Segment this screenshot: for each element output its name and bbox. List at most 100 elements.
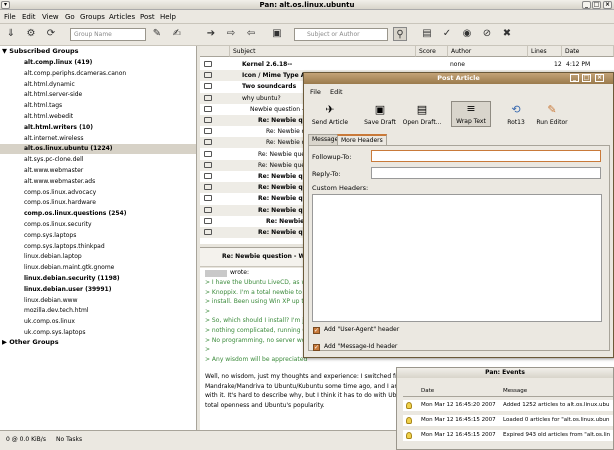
post-followup-icon[interactable]: ✍ <box>170 27 184 41</box>
group-item[interactable]: alt.sys.pc-clone.dell <box>24 155 83 165</box>
reply-line: Well, no wisdom, just my thoughts and ex… <box>205 373 408 380</box>
dialog-close-button[interactable]: × <box>595 74 604 82</box>
save-draft-button[interactable]: ▣ Save Draft <box>360 103 400 126</box>
article-status-icon <box>204 206 212 213</box>
group-item[interactable]: alt.www.webmaster <box>24 166 83 176</box>
followup-input[interactable] <box>371 150 601 162</box>
menu-edit[interactable]: Edit <box>22 13 36 21</box>
col-author[interactable]: Author <box>448 46 528 57</box>
get-new-headers-icon[interactable]: ⇓ <box>4 27 18 41</box>
col-score[interactable]: Score <box>416 46 448 57</box>
event-row[interactable]: Mon Mar 12 16:45:15 2007 Loaded 0 article… <box>403 415 613 426</box>
menu-help[interactable]: Help <box>160 13 176 21</box>
dialog-minimize-button[interactable]: _ <box>570 74 579 82</box>
menu-file[interactable]: File <box>4 13 16 21</box>
dialog-maximize-button[interactable]: □ <box>582 74 591 82</box>
group-item[interactable]: alt.html.tags <box>24 101 62 111</box>
user-agent-checkbox[interactable]: ✓ <box>313 327 320 334</box>
group-item[interactable]: uk.comp.sys.laptops <box>24 328 86 338</box>
message-id-checkbox[interactable]: ✓ <box>313 344 320 351</box>
open-draft-icon: ▤ <box>416 103 428 116</box>
send-article-button[interactable]: ✈ Send Article <box>310 103 350 126</box>
menu-groups[interactable]: Groups <box>80 13 105 21</box>
next-thread-icon[interactable]: ⇨ <box>224 27 238 41</box>
event-row[interactable]: Mon Mar 12 16:45:20 2007 Added 1252 artic… <box>403 400 613 411</box>
wrap-text-button[interactable]: ≡ Wrap Text <box>451 101 491 127</box>
next-unread-arrow-icon[interactable]: ➔ <box>204 27 218 41</box>
group-item[interactable]: alt.www.webmaster.ads <box>24 177 95 187</box>
status-progress <box>102 435 196 447</box>
header-subject: Re: Newbie <box>266 217 305 225</box>
close-button[interactable]: × <box>603 1 612 9</box>
group-item[interactable]: uk.comp.os.linux <box>24 317 75 327</box>
group-item[interactable]: linux.debian.security (1198) <box>24 274 120 284</box>
subject-search-input[interactable]: Subject or Author <box>294 28 388 41</box>
group-item[interactable]: comp.os.linux.advocacy <box>24 188 96 198</box>
group-item[interactable]: linux.debian.laptop <box>24 252 82 262</box>
other-groups-header[interactable]: ▶ Other Groups <box>2 338 59 346</box>
reply-line: total openness and Ubuntu's popularity. <box>205 401 325 409</box>
filter-icon[interactable]: ⚲ <box>393 27 407 41</box>
menu-articles[interactable]: Articles <box>109 13 135 21</box>
col-lines[interactable]: Lines <box>528 46 562 57</box>
group-item[interactable]: linux.debian.maint.gtk.gnome <box>24 263 114 273</box>
open-draft-button[interactable]: ▤ Open Draft... <box>402 103 442 126</box>
menu-post[interactable]: Post <box>140 13 155 21</box>
save-icon[interactable]: ▣ <box>270 27 284 41</box>
header-row[interactable]: Kernel 2.6.18-- none 12 4:12 PM <box>200 59 614 70</box>
dialog-menu-file[interactable]: File <box>310 88 321 96</box>
tab-more-headers[interactable]: More Headers <box>337 134 387 145</box>
refresh-groups-icon[interactable]: ⟳ <box>44 27 58 41</box>
window-menu-button[interactable]: ▾ <box>1 1 10 9</box>
run-editor-button[interactable]: ✎ Run Editor <box>532 103 572 126</box>
group-item[interactable]: alt.internet.wireless <box>24 134 83 144</box>
event-row[interactable]: Mon Mar 12 16:45:15 2007 Expired 943 old … <box>403 430 613 441</box>
new-article-icon[interactable]: ✎ <box>150 27 164 41</box>
group-item[interactable]: comp.os.linux.security <box>24 220 92 230</box>
group-item[interactable]: alt.os.linux.ubuntu (1224) <box>0 144 196 155</box>
group-item[interactable]: alt.comp.periphs.dcameras.canon <box>24 69 126 79</box>
ignore-thread-icon[interactable]: ⊘ <box>480 27 494 41</box>
prev-thread-icon[interactable]: ⇦ <box>244 27 258 41</box>
col-subject[interactable]: Subject <box>230 46 416 57</box>
task-status[interactable]: No Tasks <box>52 435 98 447</box>
events-col-date[interactable]: Date <box>421 386 434 397</box>
group-search-input[interactable]: Group Name <box>70 28 146 41</box>
dialog-menu-edit[interactable]: Edit <box>330 88 343 96</box>
mark-read-icon[interactable]: ✓ <box>440 27 454 41</box>
maximize-button[interactable]: □ <box>592 1 601 9</box>
get-headers-icon[interactable]: ⚙ <box>24 27 38 41</box>
article-status-icon <box>204 217 212 224</box>
col-flags[interactable] <box>200 46 230 57</box>
quoted-line: > Knoppix. I'm a total newbie to L <box>205 288 308 296</box>
custom-headers-textarea[interactable] <box>312 194 602 322</box>
group-item[interactable]: alt.html.writers (10) <box>24 123 93 133</box>
group-item[interactable]: alt.comp.linux (419) <box>24 58 92 68</box>
header-date: 4:12 PM <box>566 61 591 68</box>
menu-go[interactable]: Go <box>65 13 75 21</box>
open-draft-label: Open Draft... <box>402 119 442 126</box>
subscribed-groups-header[interactable]: ▼ Subscribed Groups <box>2 47 79 55</box>
author-redacted <box>205 270 227 277</box>
read-mode-icon[interactable]: ▤ <box>420 27 434 41</box>
rot13-button[interactable]: ⟲ Rot13 <box>496 103 536 126</box>
header-subject: Kernel 2.6.18-- <box>242 61 293 68</box>
header-subject: Icon / Mime Type A <box>242 72 306 80</box>
group-item[interactable]: alt.html.dynamic <box>24 80 75 90</box>
group-item[interactable]: linux.debian.www <box>24 296 77 306</box>
group-item[interactable]: comp.sys.laptops <box>24 231 76 241</box>
group-item[interactable]: comp.sys.laptops.thinkpad <box>24 242 105 252</box>
delete-icon[interactable]: ✖ <box>500 27 514 41</box>
watch-thread-icon[interactable]: ◉ <box>460 27 474 41</box>
group-item[interactable]: comp.os.linux.questions (254) <box>24 209 126 219</box>
group-item[interactable]: linux.debian.user (39991) <box>24 285 111 295</box>
minimize-button[interactable]: _ <box>582 1 591 9</box>
group-item[interactable]: alt.html.webedit <box>24 112 73 122</box>
group-item[interactable]: mozilla.dev.tech.html <box>24 306 88 316</box>
col-date[interactable]: Date <box>562 46 614 57</box>
events-col-message[interactable]: Message <box>503 386 527 397</box>
group-item[interactable]: alt.html.server-side <box>24 90 82 100</box>
replyto-input[interactable] <box>371 167 601 179</box>
group-item[interactable]: comp.os.linux.hardware <box>24 198 96 208</box>
menu-view[interactable]: View <box>42 13 59 21</box>
